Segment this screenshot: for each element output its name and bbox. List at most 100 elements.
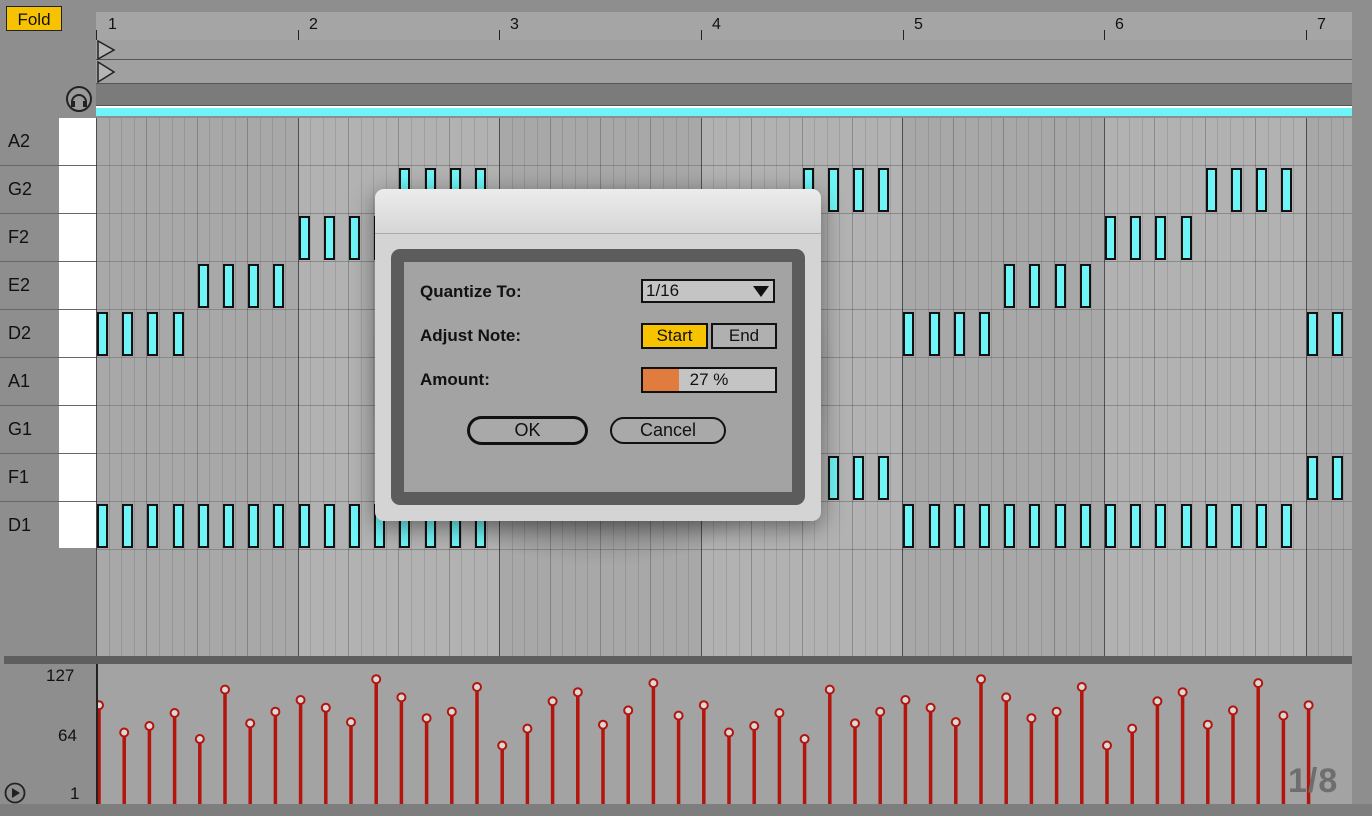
- midi-note[interactable]: [1130, 216, 1142, 260]
- key-row[interactable]: F1: [0, 454, 96, 502]
- midi-note[interactable]: [273, 264, 285, 308]
- midi-note[interactable]: [248, 264, 260, 308]
- midi-note[interactable]: [1054, 504, 1066, 548]
- midi-note[interactable]: [878, 168, 890, 212]
- key-row[interactable]: E2: [0, 262, 96, 310]
- piano-key[interactable]: [59, 118, 96, 165]
- amount-slider[interactable]: 27 %: [641, 367, 777, 393]
- midi-note[interactable]: [298, 504, 310, 548]
- triangle-right-icon[interactable]: [96, 61, 116, 83]
- triangle-right-icon[interactable]: [96, 40, 116, 60]
- midi-note[interactable]: [979, 504, 990, 548]
- key-row[interactable]: G2: [0, 166, 96, 214]
- midi-note[interactable]: [147, 504, 159, 548]
- midi-note[interactable]: [1281, 504, 1293, 548]
- midi-note[interactable]: [223, 264, 234, 308]
- fold-button[interactable]: Fold: [6, 6, 62, 31]
- midi-note[interactable]: [1079, 504, 1091, 548]
- midi-note[interactable]: [147, 312, 159, 356]
- midi-note[interactable]: [928, 504, 940, 548]
- midi-note[interactable]: [1331, 312, 1343, 356]
- midi-note[interactable]: [1231, 168, 1242, 212]
- midi-note[interactable]: [1155, 216, 1167, 260]
- midi-note[interactable]: [1029, 504, 1041, 548]
- midi-note[interactable]: [1231, 504, 1242, 548]
- midi-note[interactable]: [273, 504, 285, 548]
- key-row[interactable]: A2: [0, 118, 96, 166]
- midi-note[interactable]: [979, 312, 990, 356]
- midi-note[interactable]: [1256, 168, 1268, 212]
- cancel-button[interactable]: Cancel: [610, 417, 726, 444]
- piano-key[interactable]: [59, 406, 96, 453]
- midi-note[interactable]: [1180, 216, 1192, 260]
- midi-note[interactable]: [1256, 504, 1268, 548]
- loop-brace-lane[interactable]: [96, 84, 1352, 106]
- midi-note[interactable]: [1054, 264, 1066, 308]
- midi-note[interactable]: [903, 312, 915, 356]
- velocity-lane[interactable]: [96, 664, 1352, 804]
- midi-note[interactable]: [122, 312, 134, 356]
- key-row[interactable]: A1: [0, 358, 96, 406]
- headphones-icon[interactable]: [66, 86, 92, 112]
- midi-note[interactable]: [197, 504, 209, 548]
- midi-note[interactable]: [878, 456, 890, 500]
- midi-note[interactable]: [903, 504, 915, 548]
- midi-note[interactable]: [172, 504, 184, 548]
- key-row[interactable]: D1: [0, 502, 96, 550]
- midi-note[interactable]: [197, 264, 209, 308]
- quantize-to-dropdown[interactable]: 1/16: [641, 279, 775, 303]
- piano-key[interactable]: [59, 502, 96, 549]
- adjust-end-button[interactable]: End: [711, 323, 777, 349]
- midi-note[interactable]: [349, 504, 360, 548]
- midi-note[interactable]: [223, 504, 234, 548]
- midi-note[interactable]: [1180, 504, 1192, 548]
- key-row[interactable]: F2: [0, 214, 96, 262]
- piano-key[interactable]: [59, 358, 96, 405]
- ok-button[interactable]: OK: [468, 417, 587, 444]
- midi-note[interactable]: [1281, 168, 1293, 212]
- play-icon[interactable]: [4, 782, 26, 804]
- midi-note[interactable]: [248, 504, 260, 548]
- midi-note[interactable]: [953, 504, 965, 548]
- midi-note[interactable]: [1004, 264, 1016, 308]
- loop-region-bar[interactable]: [96, 106, 1352, 116]
- midi-note[interactable]: [122, 504, 134, 548]
- timeline-ruler[interactable]: 1 2 3 4 5 6 7: [96, 12, 1352, 41]
- midi-note[interactable]: [1130, 504, 1142, 548]
- midi-note[interactable]: [172, 312, 184, 356]
- midi-note[interactable]: [298, 216, 310, 260]
- midi-note[interactable]: [323, 216, 335, 260]
- piano-key[interactable]: [59, 310, 96, 357]
- midi-note[interactable]: [1105, 504, 1116, 548]
- adjust-start-button[interactable]: Start: [641, 323, 708, 349]
- key-row[interactable]: D2: [0, 310, 96, 358]
- midi-note[interactable]: [1155, 504, 1167, 548]
- midi-note[interactable]: [97, 504, 108, 548]
- piano-key[interactable]: [59, 454, 96, 501]
- midi-note[interactable]: [928, 312, 940, 356]
- midi-note[interactable]: [1306, 312, 1318, 356]
- midi-note[interactable]: [1306, 456, 1318, 500]
- midi-note[interactable]: [349, 216, 360, 260]
- midi-note[interactable]: [853, 168, 864, 212]
- midi-note[interactable]: [97, 312, 108, 356]
- midi-note[interactable]: [853, 456, 864, 500]
- midi-note[interactable]: [1029, 264, 1041, 308]
- key-row[interactable]: G1: [0, 406, 96, 454]
- midi-note[interactable]: [1205, 168, 1217, 212]
- midi-note[interactable]: [323, 504, 335, 548]
- midi-note[interactable]: [1331, 456, 1343, 500]
- midi-note[interactable]: [1205, 504, 1217, 548]
- start-marker-lane[interactable]: [96, 40, 1352, 60]
- loop-marker-lane[interactable]: [96, 60, 1352, 84]
- dialog-title-bar[interactable]: [375, 189, 821, 234]
- piano-key[interactable]: [59, 262, 96, 309]
- midi-note[interactable]: [1079, 264, 1091, 308]
- midi-note[interactable]: [1004, 504, 1016, 548]
- velocity-stems[interactable]: [96, 664, 1352, 804]
- midi-note[interactable]: [953, 312, 965, 356]
- piano-key[interactable]: [59, 166, 96, 213]
- piano-key[interactable]: [59, 214, 96, 261]
- velocity-splitter[interactable]: [4, 656, 1352, 664]
- midi-note[interactable]: [1105, 216, 1116, 260]
